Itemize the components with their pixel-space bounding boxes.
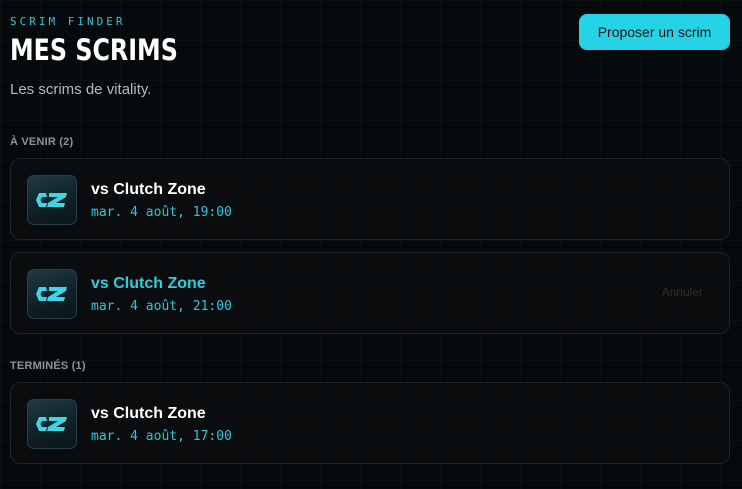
scrim-opponent: vs Clutch Zone [91,405,206,422]
scrim-opponent: vs Clutch Zone [91,275,206,292]
scrim-datetime: mar. 4 août, 17:00 [91,429,232,444]
section-finished-label: TERMINÉS (1) [10,360,86,372]
page-eyebrow: SCRIM FINDER [10,15,126,28]
cz-logo-icon [36,193,67,207]
clutch-zone-logo [27,269,77,319]
page-subtitle: Les scrims de vitality. [10,81,152,98]
scrim-datetime: mar. 4 août, 21:00 [91,299,232,314]
scrim-card[interactable]: vs Clutch Zone mar. 4 août, 17:00 [10,382,730,464]
scrim-card[interactable]: vs Clutch Zone mar. 4 août, 19:00 [10,158,730,240]
cancel-scrim-button[interactable]: Annuler [662,285,703,299]
section-upcoming-label: À VENIR (2) [10,136,74,148]
scrim-datetime: mar. 4 août, 19:00 [91,205,232,220]
propose-scrim-button[interactable]: Proposer un scrim [579,14,730,50]
cz-logo-icon [36,287,67,301]
clutch-zone-logo [27,399,77,449]
clutch-zone-logo [27,175,77,225]
page-title: MES SCRIMS [10,33,178,67]
cz-logo-icon [36,417,67,431]
scrim-card[interactable]: vs Clutch Zone mar. 4 août, 21:00 Annule… [10,252,730,334]
scrim-opponent: vs Clutch Zone [91,181,206,198]
